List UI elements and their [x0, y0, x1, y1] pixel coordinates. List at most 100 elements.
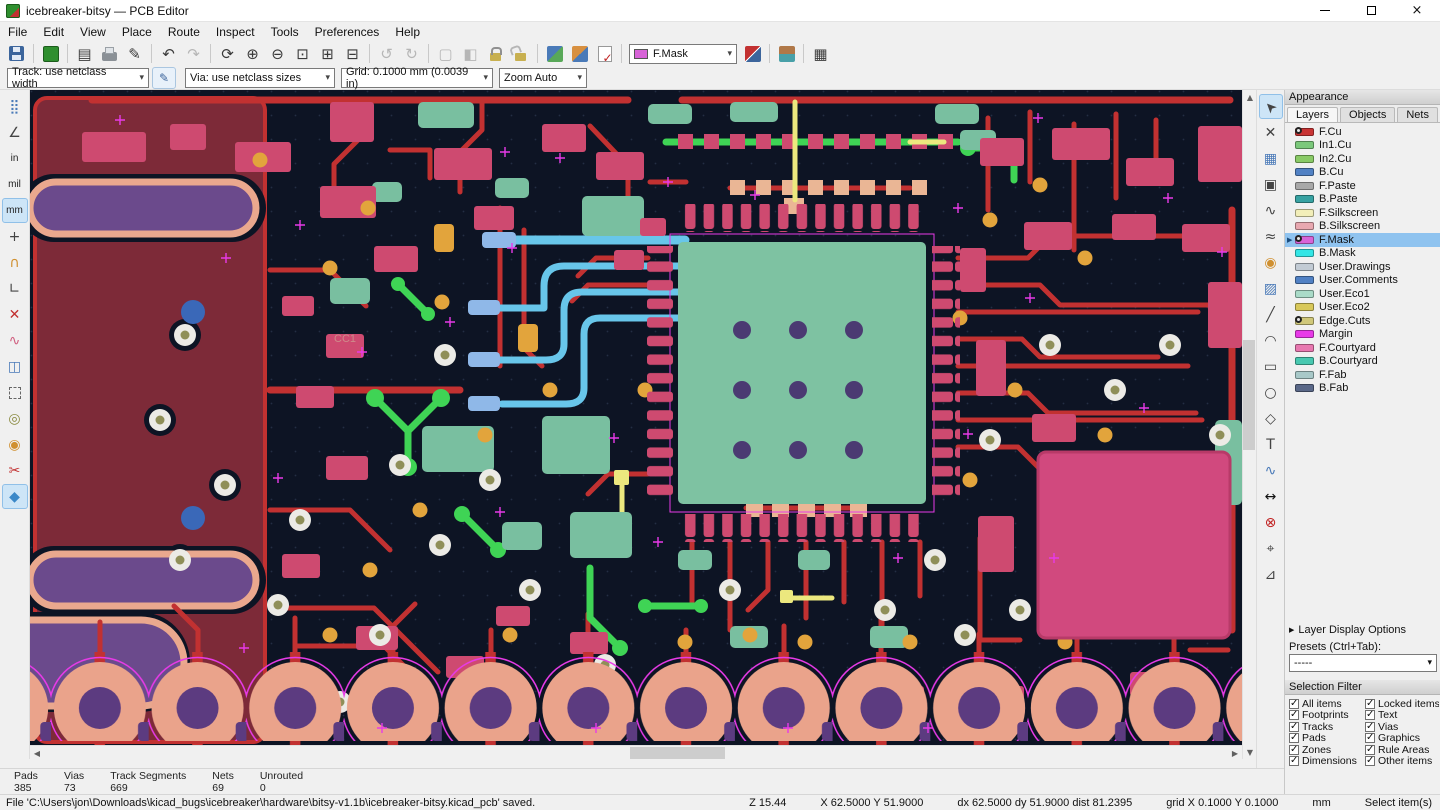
cursor-style-button[interactable]: +: [2, 224, 28, 249]
filter-checkbox[interactable]: Vias: [1365, 721, 1439, 733]
layer-color-swatch[interactable]: [1295, 141, 1314, 150]
net-highlight-button[interactable]: ◫: [2, 354, 28, 379]
layer-color-swatch[interactable]: [1295, 126, 1314, 136]
checkbox-icon[interactable]: [1289, 710, 1299, 721]
layer-color-swatch[interactable]: [1295, 195, 1314, 204]
menu-item[interactable]: View: [72, 24, 114, 40]
vertical-scroll-thumb[interactable]: [1243, 340, 1255, 450]
scroll-down-icon[interactable]: ▼: [1243, 745, 1257, 759]
layer-color-swatch[interactable]: [1295, 208, 1314, 217]
layer-row[interactable]: ▶ F.Mask: [1285, 233, 1440, 247]
track-display-button[interactable]: ✂: [2, 458, 28, 483]
grid-select[interactable]: Grid: 0.1000 mm (0.0039 in) ▾: [341, 66, 493, 90]
rotate-cw-button[interactable]: ↻: [399, 42, 424, 65]
layer-color-swatch[interactable]: [1295, 181, 1314, 190]
menu-item[interactable]: Help: [387, 24, 428, 40]
save-button[interactable]: [4, 42, 29, 65]
via-size-select[interactable]: Via: use netclass sizes ▾: [185, 67, 335, 88]
checkbox-icon[interactable]: [1365, 710, 1375, 721]
selection-mode-a-button[interactable]: ▢: [433, 42, 458, 65]
filter-checkbox[interactable]: Zones: [1289, 744, 1363, 756]
board-setup-button[interactable]: [38, 42, 63, 65]
checkbox-icon[interactable]: [1365, 756, 1375, 767]
filter-checkbox[interactable]: All items: [1289, 698, 1363, 710]
filter-checkbox[interactable]: Other items: [1365, 756, 1439, 767]
pcb-canvas[interactable]: CC1: [30, 90, 1242, 745]
filter-checkbox[interactable]: Tracks: [1289, 721, 1363, 733]
checkbox-icon[interactable]: [1289, 756, 1299, 767]
checkbox-icon[interactable]: [1289, 721, 1299, 732]
curved-ratsnest-button[interactable]: ∿: [2, 328, 28, 353]
presets-select[interactable]: ----- ▾: [1289, 654, 1437, 672]
layer-row[interactable]: ▶ F.Silkscreen: [1285, 206, 1440, 220]
layer-row[interactable]: ▶ F.Cu: [1285, 125, 1440, 139]
track-width-select[interactable]: Track: use netclass width ▾: [7, 66, 149, 90]
checkbox-icon[interactable]: [1365, 698, 1375, 709]
layer-row[interactable]: ▶ F.Paste: [1285, 179, 1440, 193]
page-settings-button[interactable]: ▤: [72, 42, 97, 65]
draw-rectangle-button[interactable]: ▭: [1259, 354, 1283, 379]
units-mils-button[interactable]: mil: [2, 172, 28, 197]
add-zone-button[interactable]: ▨: [1259, 276, 1283, 301]
checkbox-icon[interactable]: [1365, 721, 1375, 732]
layer-row[interactable]: ▶ In2.Cu: [1285, 152, 1440, 166]
layer-row[interactable]: ▶ User.Comments: [1285, 274, 1440, 288]
delete-tool-button[interactable]: ⊗: [1259, 510, 1283, 535]
add-text-button[interactable]: T: [1259, 432, 1283, 457]
layer-row[interactable]: ▶ B.Cu: [1285, 166, 1440, 180]
unlock-button[interactable]: [508, 42, 533, 65]
rotate-ccw-button[interactable]: ↺: [374, 42, 399, 65]
checkbox-icon[interactable]: [1289, 733, 1299, 744]
layer-display-options-toggle[interactable]: ▶ Layer Display Options: [1285, 624, 1440, 636]
route-tracks-button[interactable]: ∿: [1259, 198, 1283, 223]
measure-tool-button[interactable]: ⊿: [1259, 562, 1283, 587]
close-button[interactable]: ×: [1394, 0, 1440, 21]
layer-color-swatch[interactable]: [1295, 276, 1314, 285]
layer-row[interactable]: ▶ In1.Cu: [1285, 139, 1440, 153]
layer-color-swatch[interactable]: [1295, 168, 1314, 177]
grid-visibility-button[interactable]: ⣿: [2, 94, 28, 119]
checkbox-icon[interactable]: [1365, 733, 1375, 744]
layer-row[interactable]: ▶ B.Fab: [1285, 382, 1440, 396]
redo-button[interactable]: ↷: [181, 42, 206, 65]
horizontal-scrollbar[interactable]: ◀ ▶: [30, 745, 1242, 759]
add-spline-button[interactable]: ∿: [1259, 458, 1283, 483]
hide-ratsnest-button[interactable]: ✕: [2, 302, 28, 327]
layer-pair-button[interactable]: [740, 42, 765, 65]
undo-button[interactable]: ↶: [156, 42, 181, 65]
sketch-mode-button[interactable]: [2, 380, 28, 405]
layer-color-swatch[interactable]: [1295, 384, 1314, 393]
checkbox-icon[interactable]: [1289, 744, 1299, 755]
filter-checkbox[interactable]: Dimensions: [1289, 756, 1363, 767]
menu-item[interactable]: Tools: [263, 24, 307, 40]
tab-nets[interactable]: Nets: [1397, 107, 1438, 122]
layer-row[interactable]: ▶ Edge.Cuts: [1285, 314, 1440, 328]
layer-color-swatch[interactable]: [1295, 289, 1314, 298]
tab-objects[interactable]: Objects: [1340, 107, 1396, 122]
place-footprint-button[interactable]: ▣: [1259, 172, 1283, 197]
checkbox-icon[interactable]: [1289, 698, 1299, 709]
selection-mode-b-button[interactable]: ◧: [458, 42, 483, 65]
footprint-properties-button[interactable]: [774, 42, 799, 65]
drc-button[interactable]: [592, 42, 617, 65]
layer-visibility-icon[interactable]: [1295, 315, 1302, 323]
layer-color-swatch[interactable]: [1295, 262, 1314, 271]
edit-predefined-sizes-button[interactable]: ✎: [152, 66, 176, 89]
menu-item[interactable]: Inspect: [208, 24, 263, 40]
layer-color-swatch[interactable]: [1295, 303, 1314, 312]
route-diff-pairs-button[interactable]: ≈: [1259, 224, 1283, 249]
update-pcb-button[interactable]: [542, 42, 567, 65]
print-button[interactable]: [97, 42, 122, 65]
filter-checkbox[interactable]: Graphics: [1365, 733, 1439, 744]
group-items-button[interactable]: ▦: [808, 42, 833, 65]
zoom-fit-button[interactable]: ⊡: [290, 42, 315, 65]
highlight-net-button[interactable]: ✕: [1259, 120, 1283, 145]
grid-origin-button[interactable]: ⌖: [1259, 536, 1283, 561]
add-dimension-button[interactable]: ↔: [1259, 484, 1283, 509]
layer-visibility-icon[interactable]: [1295, 234, 1302, 242]
layer-color-swatch[interactable]: [1295, 222, 1314, 231]
footprint-editor-button[interactable]: [567, 42, 592, 65]
filter-checkbox[interactable]: Locked items: [1365, 698, 1439, 710]
menu-item[interactable]: File: [0, 24, 35, 40]
layer-color-swatch[interactable]: [1295, 249, 1314, 258]
